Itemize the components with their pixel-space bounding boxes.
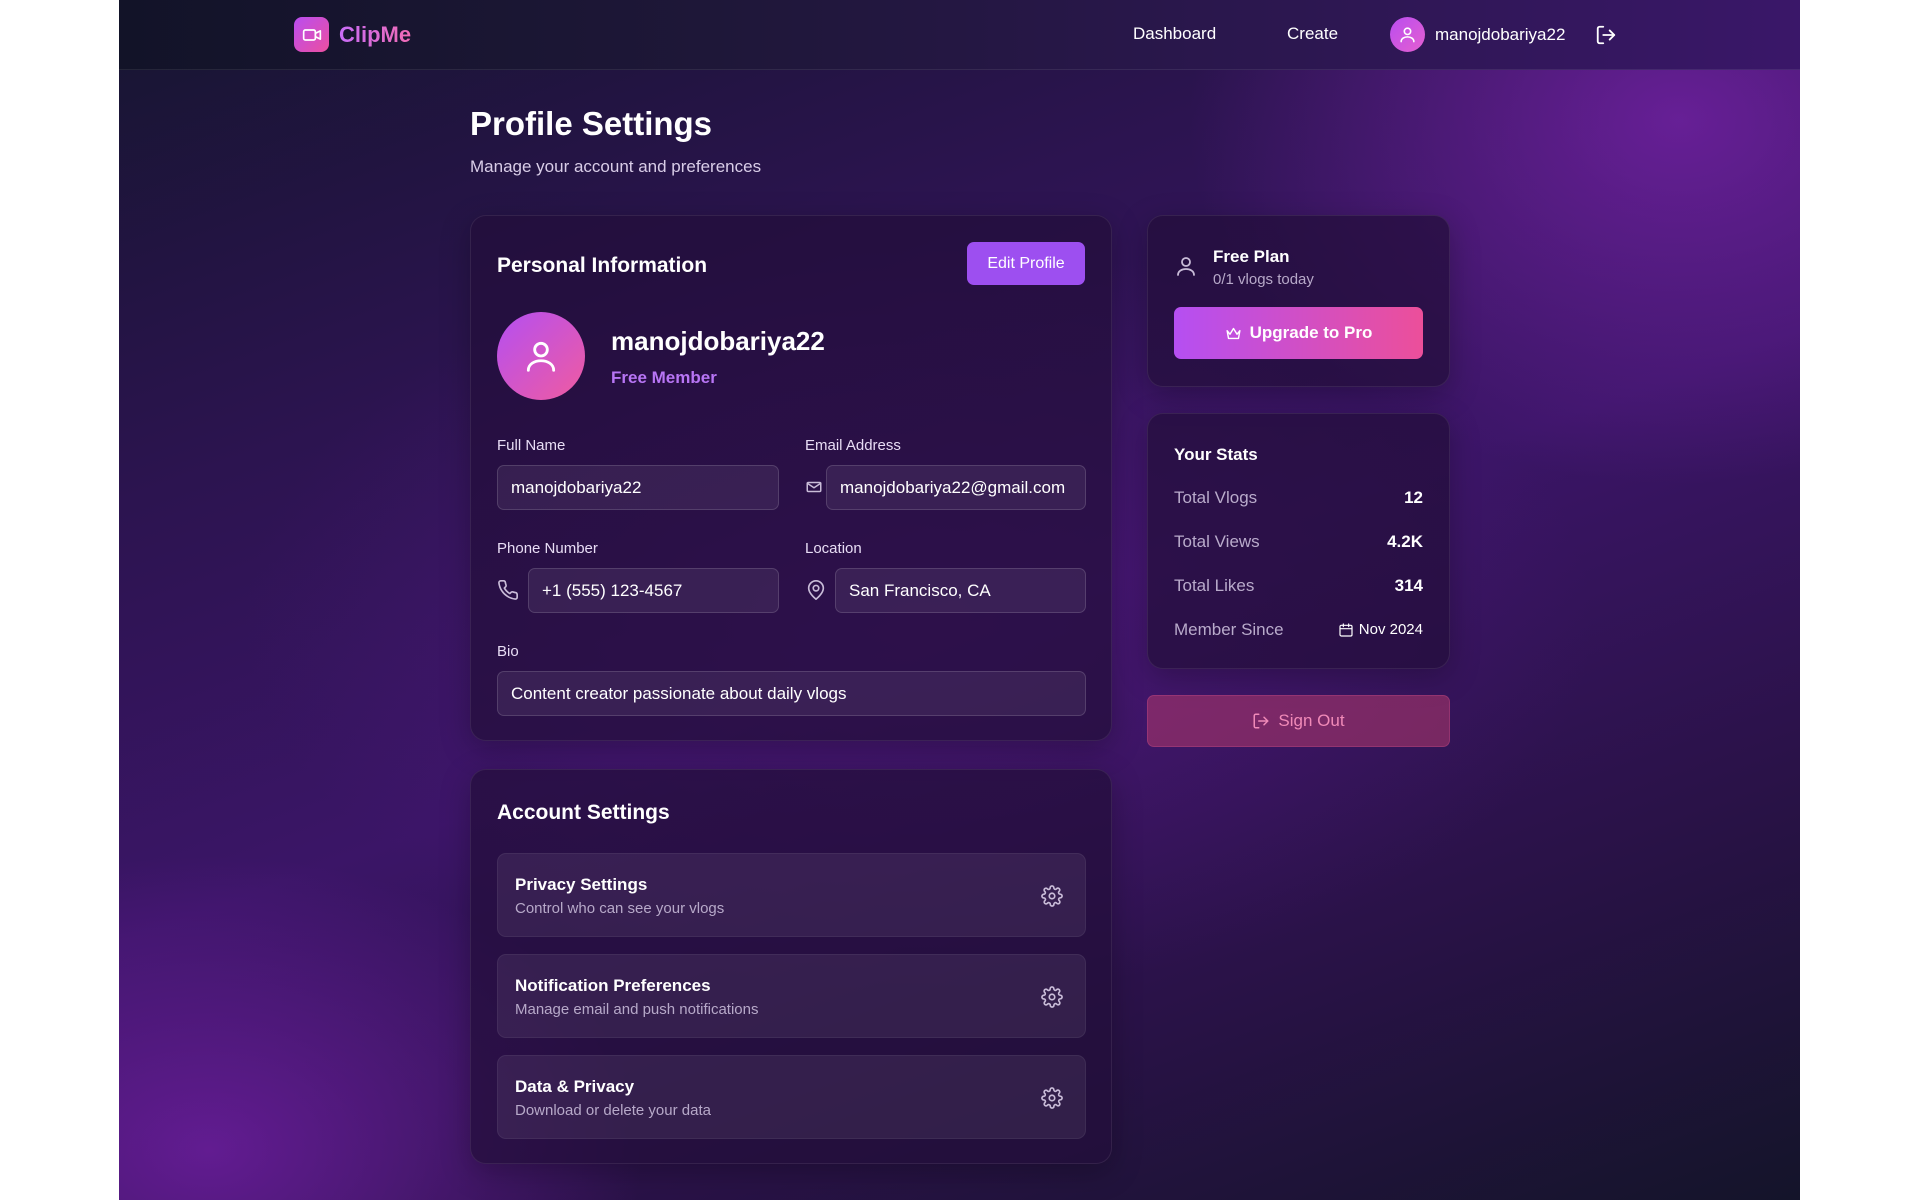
location-label: Location: [805, 540, 862, 557]
upgrade-label: Upgrade to Pro: [1249, 323, 1373, 342]
setting-title: Data & Privacy: [515, 1077, 635, 1096]
nav-user-menu[interactable]: manojdobariya22: [1390, 17, 1565, 52]
phone-label: Phone Number: [497, 540, 598, 557]
personal-info-card: Personal Information Edit Profile manojd…: [470, 215, 1112, 741]
member-since-value: Nov 2024: [1338, 621, 1423, 638]
membership-badge: Free Member: [611, 368, 717, 387]
user-icon: [1177, 257, 1195, 276]
brand-logo[interactable]: ClipMe: [294, 17, 411, 52]
account-settings-title: Account Settings: [497, 801, 670, 824]
setting-title: Privacy Settings: [515, 875, 648, 894]
logout-icon: [1253, 713, 1269, 729]
mail-icon: [806, 481, 822, 493]
upgrade-to-pro-button[interactable]: Upgrade to Pro: [1174, 307, 1423, 359]
user-avatar-icon: [1390, 17, 1425, 52]
stat-row-total-likes: Total Likes 314: [1174, 576, 1423, 600]
profile-name: manojdobariya22: [611, 326, 825, 356]
edit-profile-button[interactable]: Edit Profile: [967, 242, 1085, 285]
email-label: Email Address: [805, 437, 901, 454]
bio-label: Bio: [497, 643, 519, 660]
nav-link-dashboard[interactable]: Dashboard: [1133, 24, 1216, 44]
crown-icon: [1226, 327, 1241, 339]
page-subtitle: Manage your account and preferences: [470, 157, 762, 176]
stat-label: Total Views: [1174, 532, 1260, 551]
app-root: ClipMe Dashboard Create manojdobariya22 …: [119, 0, 1800, 1200]
bio-input[interactable]: [497, 671, 1086, 716]
stat-row-total-vlogs: Total Vlogs 12: [1174, 488, 1423, 512]
video-camera-icon: [294, 17, 329, 52]
sign-out-button[interactable]: Sign Out: [1147, 695, 1450, 747]
setting-description: Control who can see your vlogs: [515, 900, 725, 917]
account-settings-card: Account Settings Privacy Settings Contro…: [470, 769, 1112, 1164]
full-name-input[interactable]: [497, 465, 779, 510]
stat-value: Nov 2024: [1358, 621, 1423, 638]
top-navbar: ClipMe Dashboard Create manojdobariya22: [119, 0, 1800, 70]
nav-username: manojdobariya22: [1435, 24, 1566, 44]
plan-usage: 0/1 vlogs today: [1213, 271, 1314, 288]
stat-label: Total Vlogs: [1174, 488, 1258, 507]
gear-icon[interactable]: [1041, 986, 1063, 1008]
stats-card: Your Stats Total Vlogs 12 Total Views 4.…: [1147, 413, 1450, 669]
setting-notifications[interactable]: Notification Preferences Manage email an…: [497, 954, 1086, 1038]
phone-icon: [498, 580, 518, 600]
stat-value: 4.2K: [1387, 532, 1423, 551]
stat-label: Member Since: [1174, 620, 1284, 639]
setting-data-privacy[interactable]: Data & Privacy Download or delete your d…: [497, 1055, 1086, 1139]
map-pin-icon: [807, 580, 825, 600]
sign-out-label: Sign Out: [1278, 711, 1345, 730]
setting-description: Manage email and push notifications: [515, 1001, 759, 1018]
setting-description: Download or delete your data: [515, 1102, 711, 1119]
personal-info-title: Personal Information: [497, 254, 708, 277]
setting-title: Notification Preferences: [515, 976, 711, 995]
stat-row-member-since: Member Since Nov 2024: [1174, 620, 1423, 644]
stats-title: Your Stats: [1174, 445, 1258, 464]
page-title: Profile Settings: [470, 105, 713, 142]
gear-icon[interactable]: [1041, 1087, 1063, 1109]
email-input[interactable]: [826, 465, 1086, 510]
logout-icon[interactable]: [1595, 24, 1617, 46]
location-input[interactable]: [835, 568, 1086, 613]
stat-label: Total Likes: [1174, 576, 1255, 595]
user-icon: [526, 341, 556, 372]
profile-avatar[interactable]: [497, 312, 585, 400]
stat-row-total-views: Total Views 4.2K: [1174, 532, 1423, 556]
stat-value: 12: [1404, 488, 1423, 507]
plan-card: Free Plan 0/1 vlogs today Upgrade to Pro: [1147, 215, 1450, 387]
setting-privacy[interactable]: Privacy Settings Control who can see you…: [497, 853, 1086, 937]
nav-link-create[interactable]: Create: [1287, 24, 1338, 44]
gear-icon[interactable]: [1041, 885, 1063, 907]
plan-title: Free Plan: [1213, 247, 1290, 266]
stat-value: 314: [1394, 576, 1423, 595]
calendar-icon: [1339, 622, 1353, 637]
phone-input[interactable]: [528, 568, 779, 613]
full-name-label: Full Name: [497, 437, 566, 454]
brand-name: ClipMe: [339, 21, 412, 47]
